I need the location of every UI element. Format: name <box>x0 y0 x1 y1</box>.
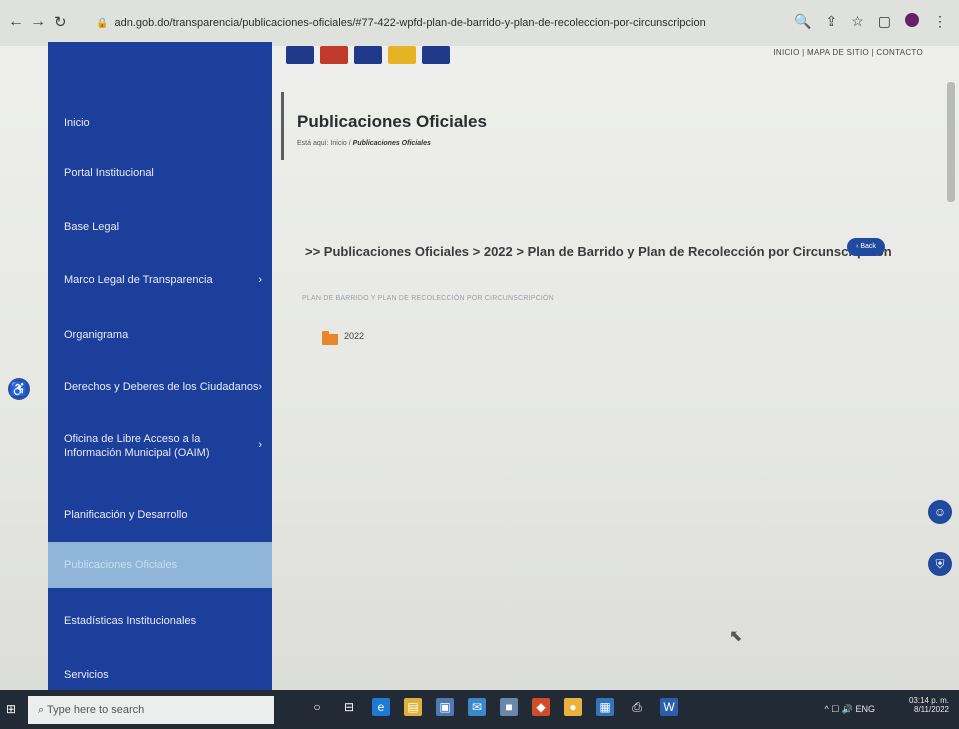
sidebar-item-derechos[interactable]: Derechos y Deberes de los Ciudadanos › <box>48 380 272 394</box>
breadcrumb: Está aquí: Inicio / Publicaciones Oficia… <box>297 140 431 147</box>
folder-label[interactable]: 2022 <box>344 331 364 341</box>
chrome-icon[interactable]: ● <box>564 698 582 716</box>
sidebar-item-estadisticas[interactable]: Estadísticas Institucionales <box>48 614 272 628</box>
sidebar-item-label: Publicaciones Oficiales <box>64 559 178 571</box>
search-placeholder: Type here to search <box>47 704 145 716</box>
sidebar-item-label: Marco Legal de Transparencia <box>64 274 213 286</box>
reload-icon[interactable]: ↻ <box>54 13 67 31</box>
star-icon[interactable]: ☆ <box>851 13 864 30</box>
tab-icon[interactable]: ▢ <box>878 13 891 30</box>
language-indicator[interactable]: ENG <box>855 704 875 714</box>
office-icon[interactable]: ◆ <box>532 698 550 716</box>
store-icon[interactable]: ▣ <box>436 698 454 716</box>
sidebar-item-portal[interactable]: Portal Institucional <box>48 166 272 180</box>
edge-icon[interactable]: e <box>372 698 390 716</box>
back-button[interactable]: ‹ Back <box>847 238 885 256</box>
emblem-icon[interactable]: ⛨ <box>928 552 952 576</box>
breadcrumb-prefix[interactable]: Está aquí: Inicio / <box>297 140 351 147</box>
sidebar-item-publicaciones[interactable]: Publicaciones Oficiales <box>48 542 272 588</box>
chat-icon[interactable]: ☺ <box>928 500 952 524</box>
site-logo <box>286 46 616 68</box>
sidebar-item-label: Inicio <box>64 117 90 129</box>
word-icon[interactable]: W <box>660 698 678 716</box>
forward-arrow-icon[interactable]: → <box>30 13 46 31</box>
scrollbar[interactable] <box>947 82 955 202</box>
chevron-right-icon: › <box>258 274 262 286</box>
page-title: Publicaciones Oficiales <box>297 112 487 131</box>
sidebar-item-label: Portal Institucional <box>64 167 154 179</box>
app2-icon[interactable]: ▦ <box>596 698 614 716</box>
sidebar-item-base-legal[interactable]: Base Legal <box>48 220 272 234</box>
task-view-icon[interactable]: ⊟ <box>340 698 358 716</box>
clock-date: 8/11/2022 <box>914 705 949 714</box>
share-icon[interactable]: ⇪ <box>825 13 837 30</box>
printer-icon[interactable]: ⎙ <box>628 698 646 716</box>
sidebar-item-label: Derechos y Deberes de los Ciudadanos <box>64 381 259 393</box>
system-tray[interactable]: ^ ☐ 🔊 ENG <box>824 704 875 715</box>
sidebar-item-label: Oficina de Libre Acceso a la Información… <box>64 433 210 459</box>
category-caption: PLAN DE BARRIDO Y PLAN DE RECOLECCIÓN PO… <box>302 295 554 302</box>
profile-avatar[interactable] <box>905 13 919 27</box>
zoom-icon[interactable]: 🔍 <box>794 13 811 30</box>
mail-icon[interactable]: ✉ <box>468 698 486 716</box>
clock-time: 03:14 p. m. <box>908 696 949 705</box>
sidebar-item-label: Base Legal <box>64 221 120 233</box>
title-accent-bar <box>281 92 284 160</box>
breadcrumb-current: Publicaciones Oficiales <box>352 140 431 147</box>
chevron-right-icon: › <box>258 381 262 393</box>
sidebar-item-label: Planificación y Desarrollo <box>64 509 188 521</box>
menu-icon[interactable]: ⋮ <box>933 13 947 30</box>
cortana-icon[interactable]: ○ <box>308 698 326 716</box>
clock[interactable]: 03:14 p. m. 8/11/2022 <box>909 696 949 714</box>
sidebar-item-marco-legal[interactable]: Marco Legal de Transparencia › <box>48 273 272 287</box>
sidebar-item-planificacion[interactable]: Planificación y Desarrollo <box>48 508 272 522</box>
chevron-right-icon: › <box>258 439 262 451</box>
sidebar-item-servicios[interactable]: Servicios <box>48 668 272 682</box>
folder-path-heading: >> Publicaciones Oficiales > 2022 > Plan… <box>305 244 892 259</box>
file-explorer-icon[interactable]: ▤ <box>404 698 422 716</box>
sidebar-item-oaim[interactable]: Oficina de Libre Acceso a la Información… <box>48 432 262 460</box>
top-links[interactable]: INICIO | MAPA DE SITIO | CONTACTO <box>773 48 923 57</box>
browser-toolbar: ← → ↻ 🔒 adn.gob.do/transparencia/publicac… <box>0 0 959 47</box>
folder-icon[interactable] <box>322 331 338 345</box>
sidebar-item-label: Servicios <box>64 669 109 681</box>
sidebar-item-label: Organigrama <box>64 329 129 341</box>
accessibility-icon[interactable]: ♿ <box>8 378 30 400</box>
sidebar-item-label: Estadísticas Institucionales <box>64 615 197 627</box>
address-bar[interactable]: 🔒 adn.gob.do/transparencia/publicaciones-… <box>96 17 706 29</box>
sidebar-item-inicio[interactable]: Inicio <box>48 116 272 130</box>
windows-start-icon[interactable]: ⊞ <box>6 702 20 716</box>
url-text: adn.gob.do/transparencia/publicaciones-o… <box>114 17 706 29</box>
taskbar-search-input[interactable]: ⌕ Type here to search <box>28 696 274 724</box>
mouse-cursor-icon: ⬉ <box>729 628 743 645</box>
sidebar-nav: Inicio Portal Institucional Base Legal M… <box>48 42 272 690</box>
sidebar-item-organigrama[interactable]: Organigrama <box>48 328 272 342</box>
lock-icon: 🔒 <box>96 18 109 29</box>
taskbar: ⊞ ⌕ Type here to search ○ ⊟ e ▤ ▣ ✉ ■ ◆ … <box>0 690 959 729</box>
back-arrow-icon[interactable]: ← <box>8 13 24 31</box>
app-icon[interactable]: ■ <box>500 698 518 716</box>
